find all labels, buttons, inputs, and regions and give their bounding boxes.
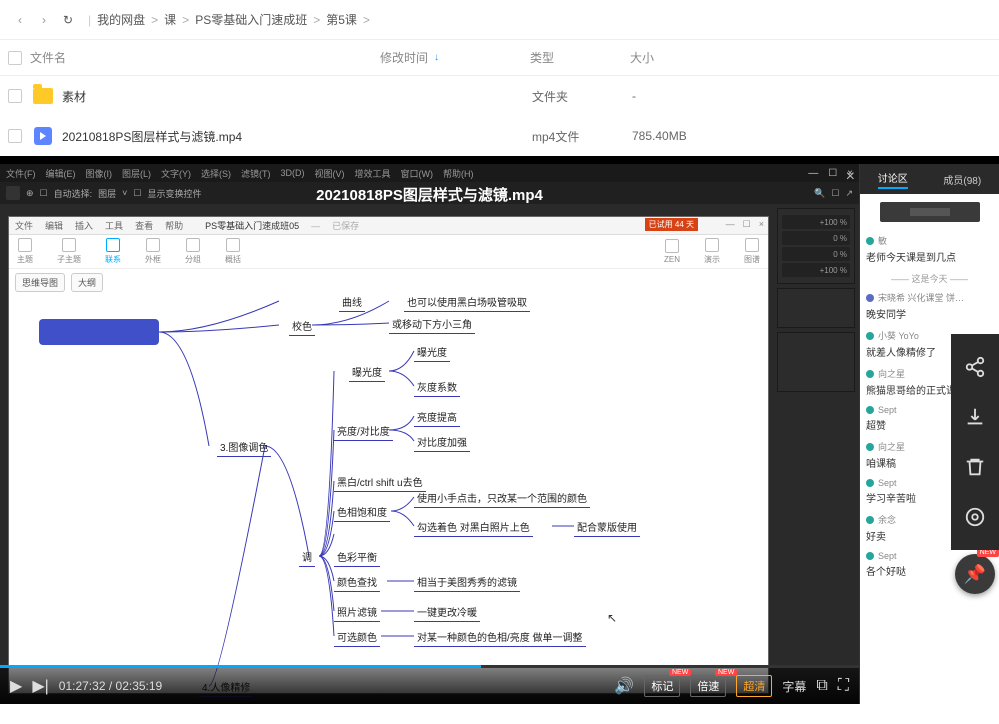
mindmap-node[interactable]: 勾选着色 对黑白照片上色 <box>414 519 533 537</box>
mindmap-node[interactable]: 照片滤镜 <box>334 604 380 622</box>
mindmap-node[interactable]: 也可以使用黑白场吸管吸取 <box>404 294 530 312</box>
file-size: 785.40MB <box>632 129 752 143</box>
tab-outline[interactable]: 大纲 <box>71 273 103 292</box>
refresh-button[interactable]: ↻ <box>56 8 80 32</box>
mindmap-node[interactable]: 3.图像调色 <box>217 439 271 457</box>
breadcrumb-item[interactable]: 我的网盘 <box>97 11 145 28</box>
next-button[interactable]: ▶| <box>32 676 48 696</box>
folder-icon <box>33 88 53 104</box>
move-tool-icon[interactable] <box>6 186 20 200</box>
chat-preview <box>880 202 980 222</box>
subtitle-button[interactable]: 字幕 <box>782 678 806 695</box>
col-type[interactable]: 类型 <box>530 49 630 66</box>
video-title: 20210818PS图层样式与滤镜.mp4 <box>316 184 543 205</box>
mindmap-node[interactable]: 配合蒙版使用 <box>574 519 640 537</box>
row-checkbox[interactable] <box>8 89 22 103</box>
time-display: 01:27:32 / 02:35:19 <box>59 679 162 693</box>
table-row[interactable]: 20210818PS图层样式与滤镜.mp4 mp4文件 785.40MB <box>0 116 999 156</box>
file-size: - <box>632 89 752 103</box>
player-controls: ▶ ▶| 01:27:32 / 02:35:19 🔊 标记NEW 倍速NEW 超… <box>0 668 859 704</box>
file-type: mp4文件 <box>532 128 632 145</box>
mindmap-node[interactable]: 亮度提高 <box>414 409 460 427</box>
mindmap-node[interactable]: 对某一种颜色的色相/亮度 做单一调整 <box>414 629 586 647</box>
mindmap-node[interactable]: 使用小手点击，只改某一个范围的颜色 <box>414 490 590 508</box>
video-file-icon <box>34 127 52 145</box>
mindmap-node[interactable]: 色相饱和度 <box>334 504 390 522</box>
back-button[interactable]: ‹ <box>8 8 32 32</box>
col-mtime[interactable]: 修改时间↓ <box>380 49 530 66</box>
table-row[interactable]: 素材 文件夹 - <box>0 76 999 116</box>
trial-badge: 已试用 44 天 <box>645 218 698 231</box>
mindmap-toolbar: 主题 子主题 联系 外框 分组 概括 ZEN 演示 图谱 <box>9 235 768 269</box>
mindmap-node[interactable]: 可选颜色 <box>334 629 380 647</box>
quality-button[interactable]: 超清 <box>736 675 772 697</box>
mindmap-node[interactable]: 或移动下方小三角 <box>389 316 475 334</box>
sort-down-icon: ↓ <box>434 52 439 63</box>
close-button[interactable]: × <box>846 168 855 186</box>
breadcrumb-item[interactable]: 课 <box>164 11 176 28</box>
mindmap-node[interactable]: 调 <box>299 549 315 567</box>
tab-discuss[interactable]: 讨论区 <box>878 170 908 189</box>
play-button[interactable]: ▶ <box>10 676 22 696</box>
mindmap-node[interactable]: 黑白/ctrl shift u去色 <box>334 474 426 492</box>
row-checkbox[interactable] <box>8 129 22 143</box>
mindmap-node[interactable]: 曝光度 <box>349 364 385 382</box>
pip-button[interactable]: ⧉ <box>816 677 827 695</box>
minimize-icon[interactable]: — <box>726 219 735 230</box>
mindmap-node[interactable]: 相当于美图秀秀的滤镜 <box>414 574 520 592</box>
share-button[interactable] <box>951 342 999 392</box>
breadcrumb: | 我的网盘> 课> PS零基础入门速成班> 第5课> <box>88 11 370 28</box>
more-button[interactable] <box>951 492 999 542</box>
minimize-icon[interactable]: — <box>808 168 818 179</box>
video-canvas[interactable]: × 文件(F)编辑(E)图像(I) 图层(L)文字(Y)选择(S) 滤镜(T)3… <box>0 164 859 704</box>
search-icon[interactable]: 🔍 <box>814 188 825 199</box>
mindmap-node[interactable]: 校色 <box>289 318 315 336</box>
mark-button[interactable]: 标记NEW <box>644 675 680 697</box>
col-size[interactable]: 大小 <box>630 49 750 66</box>
cursor-icon: ↖ <box>607 611 617 625</box>
breadcrumb-item[interactable]: 第5课 <box>326 11 357 28</box>
select-all-checkbox[interactable] <box>8 51 22 65</box>
fullscreen-button[interactable]: ⛶ <box>838 677 849 695</box>
breadcrumb-item[interactable]: PS零基础入门速成班 <box>195 11 307 28</box>
tab-members[interactable]: 成员(98) <box>943 172 981 187</box>
mindmap-node[interactable]: 色彩平衡 <box>334 549 380 567</box>
ps-menubar: 文件(F)编辑(E)图像(I) 图层(L)文字(Y)选择(S) 滤镜(T)3D(… <box>0 164 859 182</box>
mindmap-node[interactable]: 对比度加强 <box>414 434 470 452</box>
maximize-icon[interactable]: ☐ <box>743 219 751 230</box>
tab-mindmap[interactable]: 思维导图 <box>15 273 65 292</box>
mindmap-root[interactable] <box>39 319 159 345</box>
file-type: 文件夹 <box>532 88 632 105</box>
delete-button[interactable] <box>951 442 999 492</box>
mindmap-node[interactable]: 亮度/对比度 <box>334 423 393 441</box>
close-icon[interactable]: × <box>759 219 764 230</box>
mindmap-window: 文件编辑 插入工具 查看帮助 PS零基础入门速成班05 —已保存 已试用 44 … <box>8 216 769 694</box>
speed-button[interactable]: 倍速NEW <box>690 675 726 697</box>
forward-button[interactable]: › <box>32 8 56 32</box>
volume-button[interactable]: 🔊 <box>614 676 634 696</box>
ps-properties-panel: +100 % 0 % 0 % +100 % <box>777 208 855 392</box>
mindmap-node[interactable]: 灰度系数 <box>414 379 460 397</box>
video-player: × 文件(F)编辑(E)图像(I) 图层(L)文字(Y)选择(S) 滤镜(T)3… <box>0 164 999 704</box>
file-name: 20210818PS图层样式与滤镜.mp4 <box>62 128 382 145</box>
file-table-header: 文件名 修改时间↓ 类型 大小 <box>0 40 999 76</box>
mindmap-node[interactable]: 曝光度 <box>414 344 450 362</box>
mindmap-node[interactable]: 颜色查找 <box>334 574 380 592</box>
file-name: 素材 <box>62 88 382 105</box>
mindmap-node[interactable]: 曲线 <box>339 294 365 312</box>
mindmap-node[interactable]: 一键更改冷暖 <box>414 604 480 622</box>
col-name[interactable]: 文件名 <box>30 49 380 66</box>
vertical-toolbar <box>951 334 999 550</box>
file-browser-topbar: ‹ › ↻ | 我的网盘> 课> PS零基础入门速成班> 第5课> <box>0 0 999 40</box>
download-button[interactable] <box>951 392 999 442</box>
pin-button[interactable]: 📌NEW <box>955 554 995 594</box>
maximize-icon[interactable]: ☐ <box>828 168 837 179</box>
